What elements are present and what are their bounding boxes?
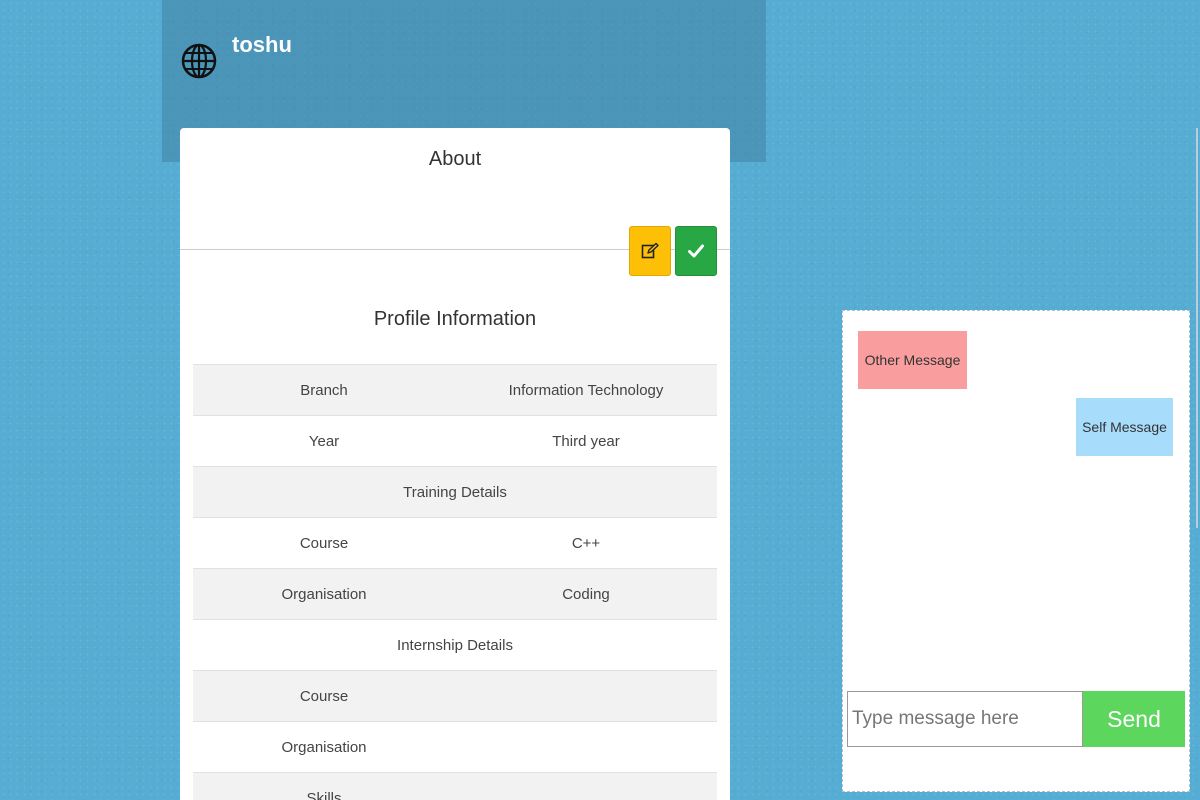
row-value: Information Technology [508,381,664,399]
row-label: Skills [306,789,342,800]
check-icon [688,244,704,258]
section-heading-row: Internship Details [193,619,717,670]
chat-panel: Other Message Self Message Send [842,310,1190,792]
send-button[interactable]: Send [1083,691,1185,747]
about-title: About [428,148,482,170]
section-heading: Training Details [403,483,507,501]
section-heading-row: Training Details [193,466,717,517]
username: toshu [232,32,292,57]
row-label: Organisation [281,585,367,603]
row-label: Branch [300,381,348,399]
save-button[interactable] [675,226,717,276]
row-value: Third year [552,432,620,450]
row-label: Course [299,687,349,705]
table-row: Course C++ [193,517,717,568]
scrollbar[interactable] [1196,128,1198,528]
table-row: Skills [193,772,717,800]
profile-title: Profile Information [373,308,537,330]
table-row: Organisation Coding [193,568,717,619]
row-label: Course [299,534,349,552]
message-input[interactable] [847,691,1083,747]
table-row: Course [193,670,717,721]
row-value: Coding [562,585,610,603]
other-message: Other Message [858,331,967,389]
row-value: C++ [571,534,601,552]
profile-table: Branch Information Technology Year Third… [193,364,717,800]
table-row: Year Third year [193,415,717,466]
table-row: Branch Information Technology [193,364,717,415]
profile-card: About Profile Information Branch Informa… [180,128,730,800]
self-message: Self Message [1076,398,1173,456]
row-label: Organisation [281,738,367,756]
section-heading: Internship Details [397,636,513,654]
globe-icon [181,43,217,79]
edit-icon [641,242,659,259]
table-row: Organisation [193,721,717,772]
row-label: Year [308,432,340,450]
edit-button[interactable] [629,226,671,276]
